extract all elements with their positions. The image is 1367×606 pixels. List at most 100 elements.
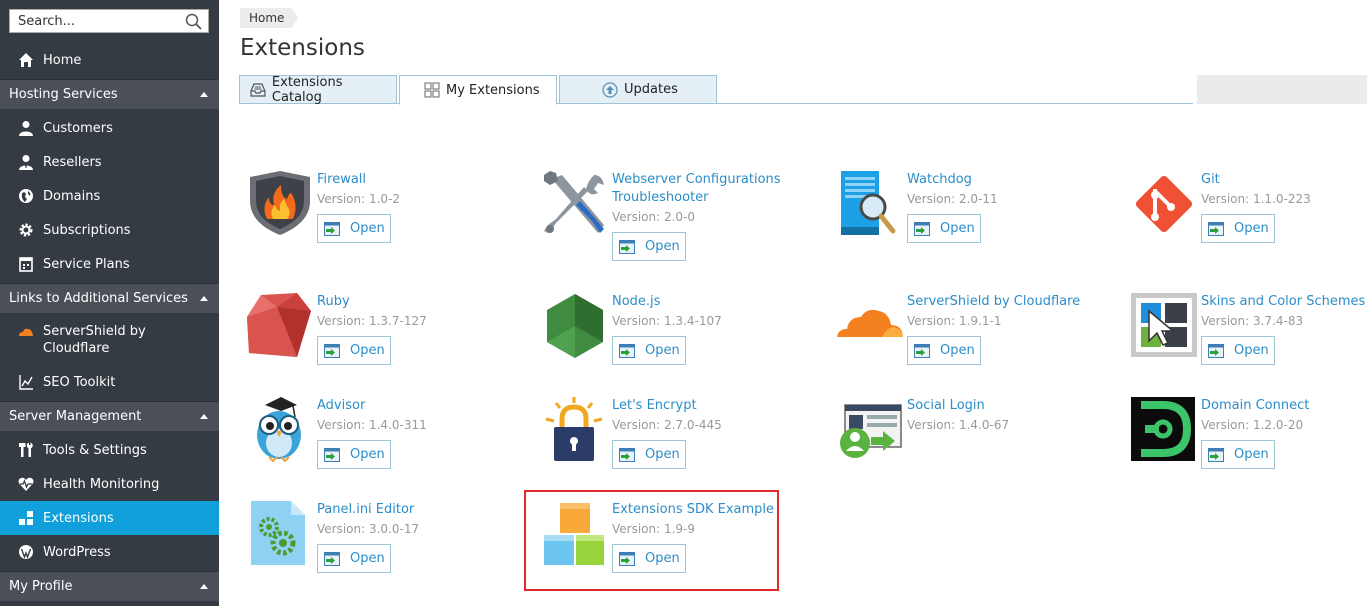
sidebar-group-server-management[interactable]: Server Management xyxy=(0,401,219,431)
open-arrow-icon xyxy=(1208,447,1224,462)
extension-card-git: Git Version: 1.1.0-223 Open xyxy=(1131,171,1367,261)
wrench-screwdriver-icon xyxy=(544,171,604,233)
open-arrow-icon xyxy=(324,343,340,358)
open-ruby-button[interactable]: Open xyxy=(317,336,391,365)
open-watchdog-button[interactable]: Open xyxy=(907,214,981,243)
tab-label: Updates xyxy=(624,82,678,97)
sidebar-group-label: Hosting Services xyxy=(9,87,118,102)
sidebar-item-customers[interactable]: Customers xyxy=(0,111,219,145)
extension-name[interactable]: ServerShield by Cloudflare xyxy=(907,293,1107,311)
search-icon[interactable] xyxy=(185,13,202,30)
extension-version: Version: 1.4.0-311 xyxy=(317,418,427,432)
sidebar-group-label: My Profile xyxy=(9,579,73,594)
tab-extensions-catalog[interactable]: Extensions Catalog xyxy=(239,75,397,105)
extension-card-letsencrypt: Let's Encrypt Version: 2.7.0-445 Open xyxy=(542,397,822,487)
extension-name[interactable]: Firewall xyxy=(317,171,517,189)
extension-name[interactable]: Skins and Color Schemes xyxy=(1201,293,1367,311)
open-servershield-button[interactable]: Open xyxy=(907,336,981,365)
open-domain-connect-button[interactable]: Open xyxy=(1201,440,1275,469)
open-skins-button[interactable]: Open xyxy=(1201,336,1275,365)
open-webserver-button[interactable]: Open xyxy=(612,232,686,261)
sidebar-item-tools-settings[interactable]: Tools & Settings xyxy=(0,433,219,467)
open-arrow-icon xyxy=(914,221,930,236)
chart-icon xyxy=(17,373,35,391)
ruby-gem-icon xyxy=(247,293,311,357)
breadcrumb[interactable]: Home xyxy=(240,8,299,28)
sidebar-group-my-profile[interactable]: My Profile xyxy=(0,571,219,601)
extension-card-servershield: ServerShield by Cloudflare Version: 1.9.… xyxy=(837,293,1117,383)
sidebar-item-home[interactable]: Home xyxy=(0,43,219,77)
tab-updates[interactable]: Updates xyxy=(559,75,717,104)
open-firewall-button[interactable]: Open xyxy=(317,214,391,243)
extension-card-skins: Skins and Color Schemes Version: 3.7.4-8… xyxy=(1131,293,1367,383)
sidebar-item-service-plans[interactable]: Service Plans xyxy=(0,247,219,281)
sidebar-group-hosting-services[interactable]: Hosting Services xyxy=(0,79,219,109)
gear-icon xyxy=(17,221,35,239)
extension-version: Version: 3.7.4-83 xyxy=(1201,314,1304,328)
sidebar-item-label: WordPress xyxy=(43,544,111,560)
sidebar-item-seo-toolkit[interactable]: SEO Toolkit xyxy=(0,365,219,399)
open-arrow-icon xyxy=(324,221,340,236)
extension-name[interactable]: Advisor xyxy=(317,397,517,415)
sidebar-item-wordpress[interactable]: WordPress xyxy=(0,535,219,569)
extension-name[interactable]: Git xyxy=(1201,171,1367,189)
extension-card-panel-ini-editor: Panel.ini Editor Version: 3.0.0-17 Open xyxy=(247,501,527,591)
sidebar-item-subscriptions[interactable]: Subscriptions xyxy=(0,213,219,247)
open-git-button[interactable]: Open xyxy=(1201,214,1275,243)
sidebar-item-label: Health Monitoring xyxy=(43,476,160,492)
extension-version: Version: 1.1.0-223 xyxy=(1201,192,1311,206)
grid-icon xyxy=(424,82,440,98)
globe-icon xyxy=(17,187,35,205)
cloudflare-icon xyxy=(17,323,35,341)
skins-cursor-icon xyxy=(1131,293,1197,357)
tab-my-extensions[interactable]: My Extensions xyxy=(399,75,557,105)
sidebar-item-servershield[interactable]: ServerShield by Cloudflare xyxy=(0,315,219,365)
open-arrow-icon xyxy=(324,551,340,566)
sidebar-item-domains[interactable]: Domains xyxy=(0,179,219,213)
open-advisor-button[interactable]: Open xyxy=(317,440,391,469)
sidebar-item-label: Extensions xyxy=(43,510,114,526)
open-letsencrypt-button[interactable]: Open xyxy=(612,440,686,469)
open-arrow-icon xyxy=(619,239,635,254)
open-arrow-icon xyxy=(619,447,635,462)
heart-pulse-icon xyxy=(17,475,35,493)
extension-card-webserver-troubleshooter: Webserver Configurations Troubleshooter … xyxy=(542,171,822,261)
extension-name[interactable]: Let's Encrypt xyxy=(612,397,812,415)
sidebar-item-health-monitoring[interactable]: Health Monitoring xyxy=(0,467,219,501)
owl-icon xyxy=(257,397,301,463)
sidebar-item-resellers[interactable]: Resellers xyxy=(0,145,219,179)
git-icon xyxy=(1135,175,1193,233)
extension-version: Version: 1.9.1-1 xyxy=(907,314,1002,328)
sidebar-item-label: ServerShield by Cloudflare xyxy=(43,324,146,356)
collapse-caret-icon xyxy=(200,296,208,301)
domain-connect-icon xyxy=(1131,397,1195,461)
page-title: Extensions xyxy=(240,35,365,61)
extension-version: Version: 3.0.0-17 xyxy=(317,522,420,536)
catalog-tray-icon xyxy=(250,82,266,97)
extension-version: Version: 1.3.7-127 xyxy=(317,314,427,328)
breadcrumb-home[interactable]: Home xyxy=(249,11,284,25)
tabs-filler xyxy=(1197,75,1367,104)
open-arrow-icon xyxy=(1208,221,1224,236)
extension-name[interactable]: Panel.ini Editor xyxy=(317,501,517,519)
extension-card-nodejs: Node.js Version: 1.3.4-107 Open xyxy=(542,293,822,383)
sidebar-item-extensions[interactable]: Extensions xyxy=(0,501,219,535)
sidebar-group-label: Links to Additional Services xyxy=(9,291,188,306)
extension-name[interactable]: Watchdog xyxy=(907,171,1107,189)
sidebar-item-label: Subscriptions xyxy=(43,222,131,238)
extension-name[interactable]: Node.js xyxy=(612,293,812,311)
extension-name[interactable]: Ruby xyxy=(317,293,517,311)
sidebar-item-label: Service Plans xyxy=(43,256,130,272)
extension-name[interactable]: Domain Connect xyxy=(1201,397,1367,415)
sidebar-group-links[interactable]: Links to Additional Services xyxy=(0,283,219,313)
open-panel-ini-button[interactable]: Open xyxy=(317,544,391,573)
open-nodejs-button[interactable]: Open xyxy=(612,336,686,365)
home-icon xyxy=(17,51,35,69)
cloudflare-cloud-icon xyxy=(837,309,903,339)
calendar-icon xyxy=(17,255,35,273)
search-input[interactable] xyxy=(10,10,180,32)
extension-name[interactable]: Webserver Configurations Troubleshooter xyxy=(612,171,812,207)
tools-icon xyxy=(17,441,35,459)
highlight-box xyxy=(524,490,779,591)
extension-name[interactable]: Social Login xyxy=(907,397,1107,415)
